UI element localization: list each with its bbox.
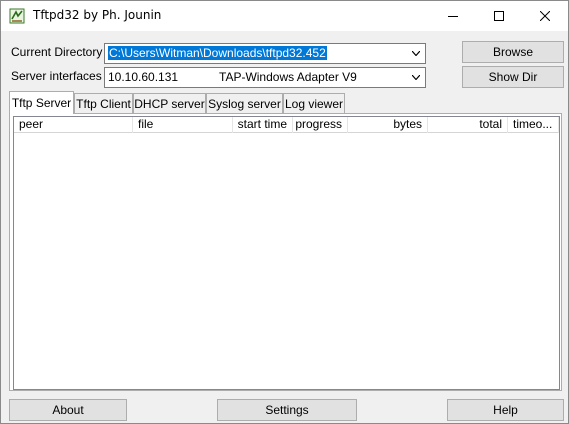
- chevron-down-icon[interactable]: [408, 45, 424, 62]
- server-interface-ip: 10.10.60.131: [108, 70, 179, 84]
- show-dir-button[interactable]: Show Dir: [462, 66, 564, 88]
- tab-syslog-server[interactable]: Syslog server: [206, 93, 283, 113]
- tab-panel: peer file start time progress bytes tota…: [9, 113, 562, 391]
- close-button[interactable]: [522, 1, 568, 31]
- maximize-icon: [494, 11, 504, 21]
- server-interfaces-label: Server interfaces: [11, 69, 102, 83]
- minimize-button[interactable]: [430, 1, 476, 31]
- list-header: peer file start time progress bytes tota…: [14, 117, 559, 133]
- window-title: Tftpd32 by Ph. Jounin: [33, 8, 162, 22]
- current-directory-value: C:\Users\Witman\Downloads\tftpd32.452: [108, 46, 327, 60]
- transfers-list[interactable]: peer file start time progress bytes tota…: [13, 116, 560, 390]
- settings-button[interactable]: Settings: [217, 399, 357, 421]
- current-directory-combo[interactable]: C:\Users\Witman\Downloads\tftpd32.452: [104, 43, 426, 64]
- server-interface-adapter: TAP-Windows Adapter V9: [219, 70, 357, 84]
- help-button[interactable]: Help: [447, 399, 564, 421]
- server-interfaces-combo[interactable]: 10.10.60.131 TAP-Windows Adapter V9: [104, 67, 426, 88]
- column-bytes[interactable]: bytes: [348, 117, 428, 133]
- tab-tftp-server[interactable]: Tftp Server: [9, 91, 74, 114]
- column-file[interactable]: file: [133, 117, 233, 133]
- tab-tftp-client[interactable]: Tftp Client: [74, 93, 133, 113]
- current-directory-label: Current Directory: [11, 45, 103, 59]
- maximize-button[interactable]: [476, 1, 522, 31]
- tftpd-app-icon: [9, 8, 25, 24]
- about-button[interactable]: About: [9, 399, 127, 421]
- title-bar[interactable]: Tftpd32 by Ph. Jounin: [1, 1, 568, 31]
- column-timeout[interactable]: timeo...: [508, 117, 559, 133]
- tab-log-viewer[interactable]: Log viewer: [283, 93, 345, 113]
- chevron-down-icon[interactable]: [408, 69, 424, 86]
- main-window: Tftpd32 by Ph. Jounin Current Directory …: [0, 0, 569, 424]
- column-total[interactable]: total: [428, 117, 508, 133]
- column-progress[interactable]: progress: [293, 117, 348, 133]
- minimize-icon: [448, 16, 458, 17]
- close-icon: [540, 11, 550, 21]
- column-start-time[interactable]: start time: [233, 117, 293, 133]
- browse-button[interactable]: Browse: [462, 41, 564, 63]
- tab-dhcp-server[interactable]: DHCP server: [133, 93, 206, 113]
- column-peer[interactable]: peer: [14, 117, 133, 133]
